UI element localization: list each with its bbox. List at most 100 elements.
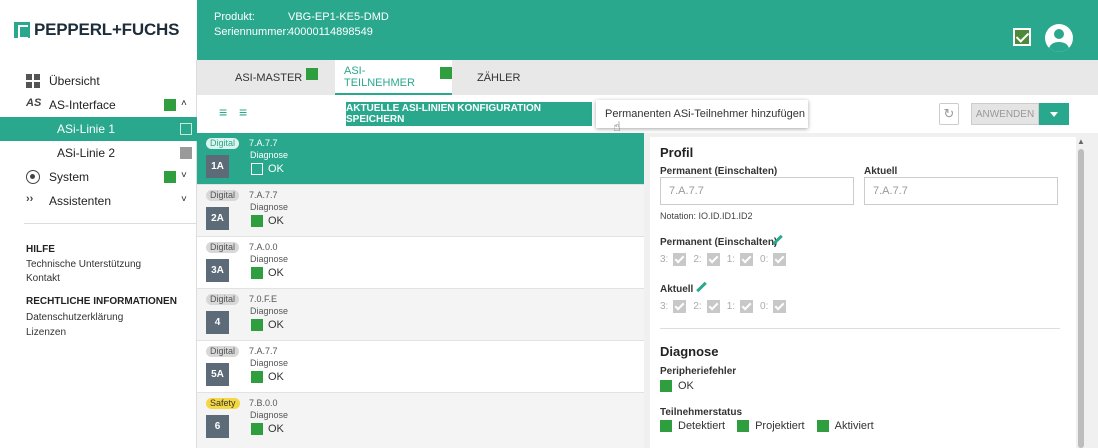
profile-code: 7.A.7.7 xyxy=(249,346,278,356)
privacy-link[interactable]: Datenschutzerklärung xyxy=(26,312,123,323)
product-label: Produkt: xyxy=(214,11,255,23)
list-item[interactable]: Safety 7.B.0.0 6 Diagnose OK xyxy=(197,393,644,448)
chevron-down-icon[interactable]: ˅ xyxy=(181,194,187,205)
profile-code: 7.A.7.7 xyxy=(249,190,278,200)
check-icon xyxy=(673,253,687,266)
check-icon xyxy=(706,253,720,266)
permanent-bits-label: Permanent (Einschalten) xyxy=(660,237,778,248)
type-badge: Digital xyxy=(206,242,240,253)
address-badge: 4 xyxy=(206,311,229,334)
tab-label: ZÄHLER xyxy=(477,71,521,84)
address-badge: 2A xyxy=(206,207,229,230)
chevron-up-icon[interactable]: ˄ xyxy=(181,98,187,109)
serial-value: 40000114898549 xyxy=(288,26,373,38)
toolbar: ≡ ≡ AKTUELLE ASI-LINIEN KONFIGURATION SP… xyxy=(197,95,1098,134)
bit-checkbox[interactable]: 2: xyxy=(693,253,720,266)
undo-button[interactable]: ↻ xyxy=(939,103,959,125)
list-item[interactable]: Digital 7.A.7.7 5A Diagnose OK xyxy=(197,341,644,393)
status-square xyxy=(737,420,750,432)
sidebar: Übersicht AS AS-Interface ˄ ASi-Linie 1 … xyxy=(0,60,197,448)
status-square xyxy=(306,67,319,80)
list-item[interactable]: Digital 7.A.7.7 1A Diagnose OK xyxy=(197,133,644,185)
address-badge: 3A xyxy=(206,259,229,282)
field-value: 7.A.7.7 xyxy=(669,185,704,197)
status-square xyxy=(164,171,176,183)
tooltip: Permanenten ASi-Teilnehmer hinzufügen xyxy=(596,100,808,128)
apply-dropdown-button[interactable] xyxy=(1039,103,1069,125)
bit-label: 1: xyxy=(726,301,736,312)
scroll-thumb[interactable] xyxy=(1078,149,1084,448)
bit-label: 0: xyxy=(760,254,769,265)
participant-status: Detektiert Projektiert Aktiviert xyxy=(660,420,886,432)
sidebar-item-label: ASi-Linie 1 xyxy=(57,122,116,136)
detail-panel: Profil Permanent (Einschalten) Aktuell 7… xyxy=(644,133,1098,448)
type-badge: Digital xyxy=(206,294,240,305)
logo-mark-icon xyxy=(14,22,30,39)
bit-checkbox: 3: xyxy=(660,300,687,313)
chevron-down-icon[interactable]: ˅ xyxy=(181,170,187,181)
scroll-up-icon[interactable]: ▲ xyxy=(1077,137,1085,146)
licenses-link[interactable]: Lizenzen xyxy=(26,327,66,338)
status-text: OK xyxy=(678,380,694,392)
tab-participant[interactable]: ASi-TEILNEHMER xyxy=(335,60,452,95)
check-icon xyxy=(773,253,787,266)
divider xyxy=(660,328,1060,329)
sidebar-item-overview[interactable]: Übersicht xyxy=(0,69,197,93)
sidebar-item-line2[interactable]: ASi-Linie 2 xyxy=(0,141,197,165)
bit-checkbox[interactable]: 1: xyxy=(726,253,754,266)
bit-checkbox[interactable]: 3: xyxy=(660,253,687,266)
current-label: Aktuell xyxy=(864,166,898,177)
status-square xyxy=(816,420,829,432)
sort-icon[interactable]: ≡ xyxy=(219,105,227,119)
contact-link[interactable]: Kontakt xyxy=(26,273,60,284)
notation-hint: Notation: IO.ID.ID1.ID2 xyxy=(660,211,753,221)
status-check-icon[interactable] xyxy=(1013,28,1031,46)
bit-checkbox: 1: xyxy=(726,300,754,313)
edit-pencil-icon[interactable] xyxy=(771,235,783,247)
status-text: OK xyxy=(268,319,284,331)
bit-label: 0: xyxy=(760,301,769,312)
participant-status-label: Teilnehmerstatus xyxy=(660,407,743,418)
list-item[interactable]: Digital 7.A.7.7 2A Diagnose OK xyxy=(197,185,644,237)
edit-pencil-icon[interactable] xyxy=(695,282,707,294)
peripheral-status: OK xyxy=(660,380,694,392)
permanent-label: Permanent (Einschalten) xyxy=(660,166,778,177)
bit-checkbox: 0: xyxy=(760,300,787,313)
top-bar: PEPPERL+FUCHS Produkt: VBG-EP1-KE5-DMD Se… xyxy=(0,0,1098,60)
bit-checkbox[interactable]: 0: xyxy=(760,253,787,266)
profile-code: 7.B.0.0 xyxy=(249,398,278,408)
scrollbar[interactable]: ▲ xyxy=(1077,137,1085,448)
sidebar-item-line1[interactable]: ASi-Linie 1 xyxy=(0,117,197,141)
sidebar-item-system[interactable]: System ˅ xyxy=(0,165,197,189)
diagnosis-heading: Diagnose xyxy=(660,344,719,359)
apply-button[interactable]: ANWENDEN xyxy=(971,103,1039,125)
check-icon xyxy=(740,300,754,313)
save-config-button[interactable]: AKTUELLE ASI-LINIEN KONFIGURATION SPEICH… xyxy=(346,102,592,126)
product-value: VBG-EP1-KE5-DMD xyxy=(288,11,389,23)
sidebar-item-assistants[interactable]: ›› Assistenten ˅ xyxy=(0,189,197,213)
tab-counter[interactable]: ZÄHLER xyxy=(477,60,537,95)
status-square xyxy=(180,123,192,135)
check-icon xyxy=(706,300,720,313)
sidebar-item-as-interface[interactable]: AS AS-Interface ˄ xyxy=(0,93,197,117)
support-link[interactable]: Technische Unterstützung xyxy=(26,259,141,270)
bit-label: 1: xyxy=(726,254,736,265)
tab-master[interactable]: ASi-MASTER xyxy=(235,60,335,95)
permanent-profile-field[interactable]: 7.A.7.7 xyxy=(660,177,854,205)
address-badge: 5A xyxy=(206,363,229,386)
detail-card: Profil Permanent (Einschalten) Aktuell 7… xyxy=(650,137,1076,448)
field-value: 7.A.7.7 xyxy=(873,185,908,197)
bit-label: 2: xyxy=(693,301,702,312)
list-item[interactable]: Digital 7.A.0.0 3A Diagnose OK xyxy=(197,237,644,289)
status-square xyxy=(251,319,263,331)
list-item[interactable]: Digital 7.0.F.E 4 Diagnose OK xyxy=(197,289,644,341)
status-square xyxy=(251,371,263,383)
status-square xyxy=(660,380,672,392)
diagnosis-label: Diagnose xyxy=(250,306,289,316)
status-square xyxy=(440,66,452,79)
filter-icon[interactable]: ≡ xyxy=(239,105,247,119)
tab-bar: ASi-MASTER ASi-TEILNEHMER ZÄHLER xyxy=(197,60,1098,95)
assistant-icon: ›› xyxy=(26,193,34,205)
user-avatar-icon[interactable] xyxy=(1045,24,1073,52)
check-icon xyxy=(673,300,687,313)
